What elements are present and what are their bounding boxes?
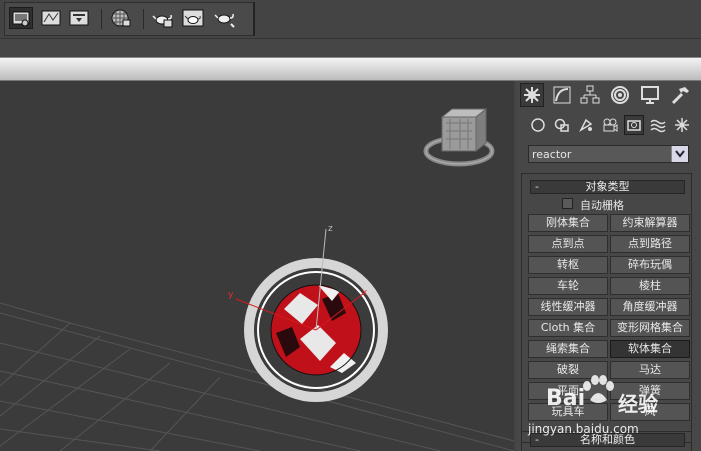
object-type-button[interactable]: 点到路径 [610,235,690,253]
light-icon [579,118,593,132]
motion-icon [611,86,629,104]
watermark-url: jingyan.baidu.com [528,422,639,436]
shapes-button[interactable] [552,115,572,135]
teapot-render-button[interactable] [151,7,175,29]
gizmo-x-label: x [362,288,368,298]
create-icon [524,87,540,103]
object-type-button[interactable]: 绳索集合 [528,340,608,358]
hierarchy-icon [580,85,600,104]
gizmo-z-label: z [328,224,333,234]
perspective-viewport[interactable]: z x y [0,81,514,451]
display-icon [641,86,659,104]
tab-modify[interactable] [550,83,574,107]
camera-icon [603,118,618,132]
object-type-button[interactable]: 线性缓冲器 [528,298,608,316]
modify-icon [553,86,571,104]
helpers-icon [627,120,641,131]
curve-editor-button[interactable] [39,7,63,29]
tab-utilities[interactable] [668,83,692,107]
space-warp-icon [650,119,666,133]
hammer-icon [671,87,689,105]
teapot-quick-render-button[interactable] [213,7,237,29]
home-grid [0,302,514,451]
category-dropdown-value: reactor [532,148,572,161]
systems-icon [675,118,689,132]
tab-motion[interactable] [608,83,632,107]
command-panel-tabs [520,83,696,107]
object-type-button[interactable]: 碎布玩偶 [610,256,690,274]
viewport-label-bar [0,57,701,81]
object-type-button[interactable]: 约束解算器 [610,214,690,232]
object-type-button[interactable]: 点到点 [528,235,608,253]
object-type-button[interactable]: 变形网格集合 [610,319,690,337]
object-type-button[interactable]: 软体集合 [610,340,690,358]
autogrid-checkbox[interactable] [562,198,573,209]
create-subcategories [524,115,696,137]
teapot-quick-icon [214,13,235,28]
object-type-button[interactable]: 转枢 [528,256,608,274]
category-dropdown[interactable]: reactor [528,145,689,163]
helpers-button[interactable] [624,115,644,135]
teapot-frame-icon [182,9,204,27]
curve-editor-icon [41,10,61,26]
shapes-icon [554,118,569,132]
gizmo-y-label: y [228,290,234,300]
material-editor-button[interactable] [109,7,133,29]
watermark-brand: Bai [546,386,586,411]
sphere-icon [531,118,545,132]
render-setup-icon [12,11,30,27]
baidu-jingyan-watermark: Bai 经验 jingyan.baidu.com [526,374,676,451]
render-frame-icon [69,10,89,26]
object-type-rollout-header[interactable]: - 对象类型 [530,180,685,194]
object-type-button[interactable]: 刚体集合 [528,214,608,232]
object-type-button[interactable]: Cloth 集合 [528,319,608,337]
viewport-scene: z x y [0,107,514,451]
tab-hierarchy[interactable] [578,83,602,107]
tab-create[interactable] [520,83,544,107]
teapot-icon [152,14,173,28]
space-warps-button[interactable] [648,115,668,135]
viewcube[interactable] [423,107,495,167]
object-type-button[interactable]: 棱柱 [610,277,690,295]
chevron-down-icon [675,150,685,158]
lights-button[interactable] [576,115,596,135]
object-type-button[interactable]: 角度缓冲器 [610,298,690,316]
watermark-brand-cn: 经验 [618,392,658,416]
toolbar-separator [101,9,102,29]
geometry-button[interactable] [528,115,548,135]
cameras-button[interactable] [600,115,620,135]
toolbar-separator [143,9,144,29]
object-type-button[interactable]: 车轮 [528,277,608,295]
render-toolbar-group [4,2,255,36]
render-frame-button[interactable] [67,7,91,29]
systems-button[interactable] [672,115,692,135]
main-toolbar [0,0,701,39]
render-setup-button[interactable] [9,7,33,29]
tab-display[interactable] [638,83,662,107]
autogrid-label: 自动栅格 [580,199,624,212]
object-type-title: 对象类型 [585,180,630,193]
secondary-toolbar-strip [0,39,701,57]
teapot-render-frame-button[interactable] [181,7,205,29]
material-editor-icon [111,9,131,27]
dropdown-arrow-button[interactable] [671,146,688,162]
